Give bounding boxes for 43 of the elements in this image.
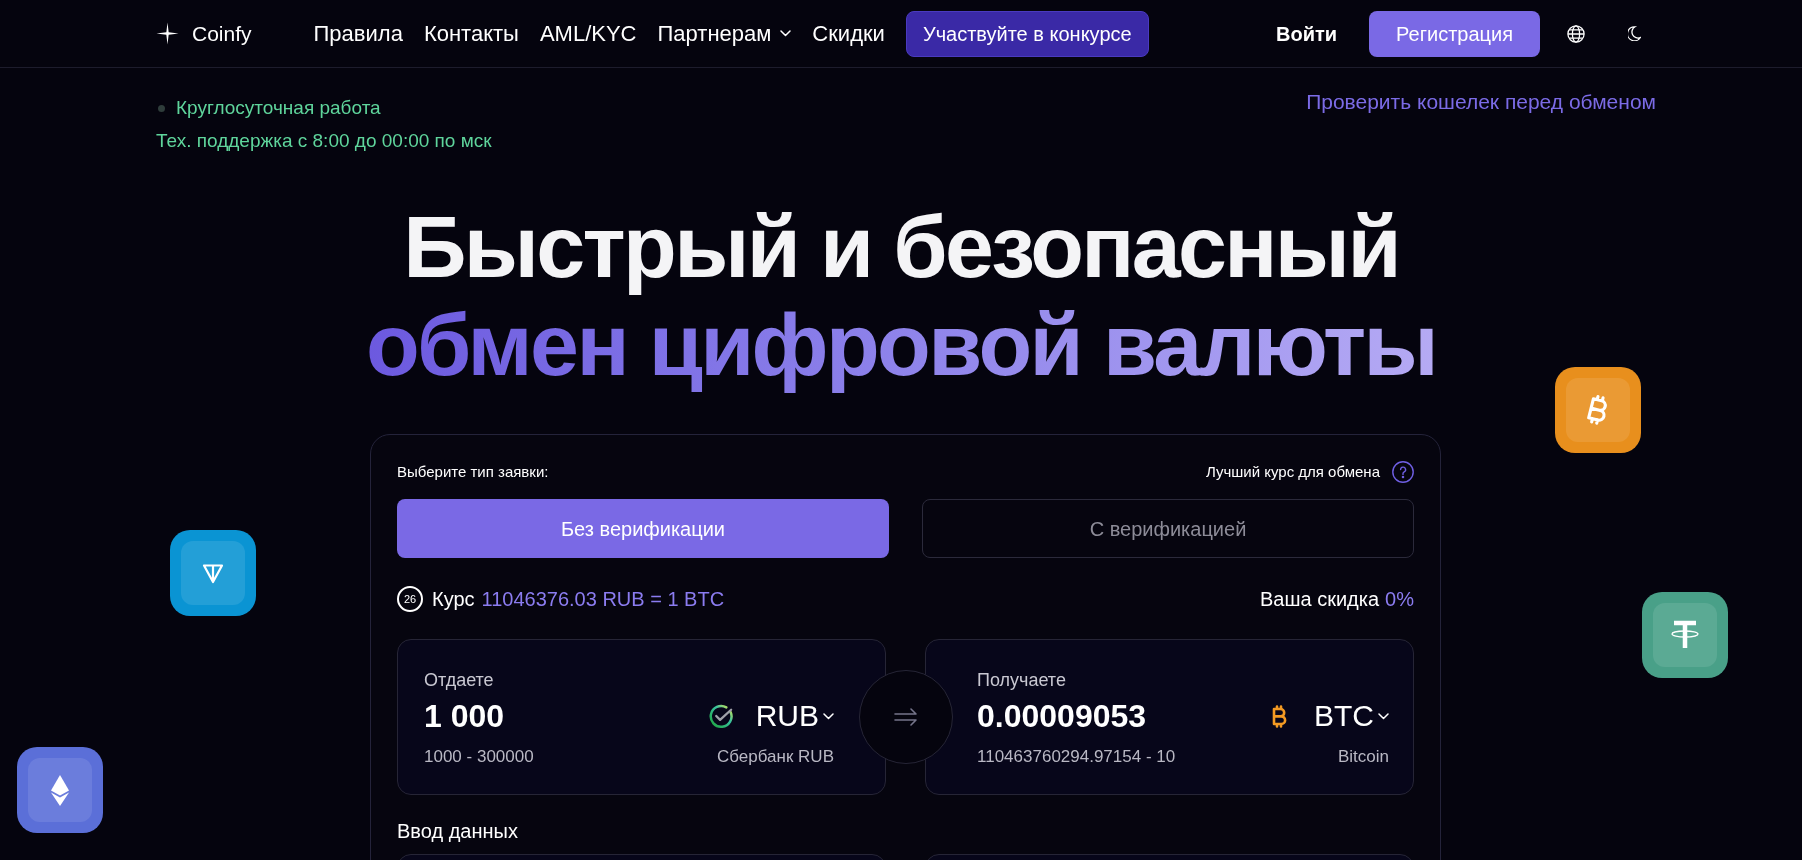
caret-icon — [823, 712, 834, 720]
rate-label: Курс — [432, 587, 475, 612]
nav-link[interactable]: AML/KYC — [539, 19, 637, 48]
sparkle-logo-icon — [156, 22, 179, 45]
payment-method: Bitcoin — [1337, 746, 1389, 768]
brand-name[interactable]: Coinfy — [192, 19, 252, 48]
check-circle-icon — [708, 703, 734, 729]
amount-range: 110463760294.97154 - 10 — [977, 746, 1176, 768]
swap-arrows-icon — [893, 708, 918, 726]
nav-link[interactable]: Скидки — [812, 19, 885, 48]
login-link[interactable]: Войти — [1276, 19, 1338, 48]
currency-select[interactable]: BTC — [1270, 698, 1389, 734]
countdown-timer: 26 — [397, 586, 423, 612]
contest-button[interactable]: Участвуйте в конкурсе — [905, 10, 1149, 57]
best-rate-text: Лучший курс для обмена — [1205, 462, 1380, 482]
amount-input[interactable]: 0.00009053 — [977, 696, 1147, 736]
nav-link[interactable]: Контакты — [423, 19, 519, 48]
nav-link[interactable]: Правила — [313, 19, 403, 48]
amount-input[interactable]: 1 000 — [424, 696, 505, 736]
caret-icon — [780, 30, 792, 37]
bitcoin-icon — [1270, 704, 1289, 728]
order-type-tab[interactable]: Без верификации — [397, 499, 889, 558]
amount-range: 1000 - 300000 — [424, 746, 534, 768]
currency-select[interactable]: RUB — [708, 698, 834, 734]
caret-icon — [1378, 712, 1389, 720]
availability-text: Круглосуточная работа — [176, 96, 381, 120]
payment-method: Сбербанк RUB — [717, 746, 834, 768]
globe-icon[interactable] — [1567, 24, 1585, 43]
section-title: Ввод данных — [397, 819, 519, 844]
nav-link[interactable]: Партнерам — [657, 19, 792, 48]
discount-label: Ваша скидка — [1260, 587, 1380, 612]
register-button[interactable]: Регистрация — [1369, 10, 1540, 57]
headline: Быстрый и безопасный — [403, 198, 1399, 296]
wallet-check-link[interactable]: Проверить кошелек перед обменом — [1306, 88, 1656, 116]
field-label: Получаете — [977, 669, 1067, 692]
order-type-tab[interactable]: С верификацией — [922, 499, 1414, 558]
rate-value: 11046376.03 RUB = 1 BTC — [481, 587, 725, 612]
field-label: Отдаете — [424, 669, 495, 692]
discount-value: 0% — [1385, 587, 1414, 612]
order-type-label: Выберите тип заявки: — [397, 462, 549, 482]
help-icon[interactable] — [1392, 461, 1414, 483]
moon-icon[interactable] — [1628, 26, 1641, 41]
support-hours-text: Тех. поддержка с 8:00 до 00:00 по мск — [156, 129, 492, 153]
